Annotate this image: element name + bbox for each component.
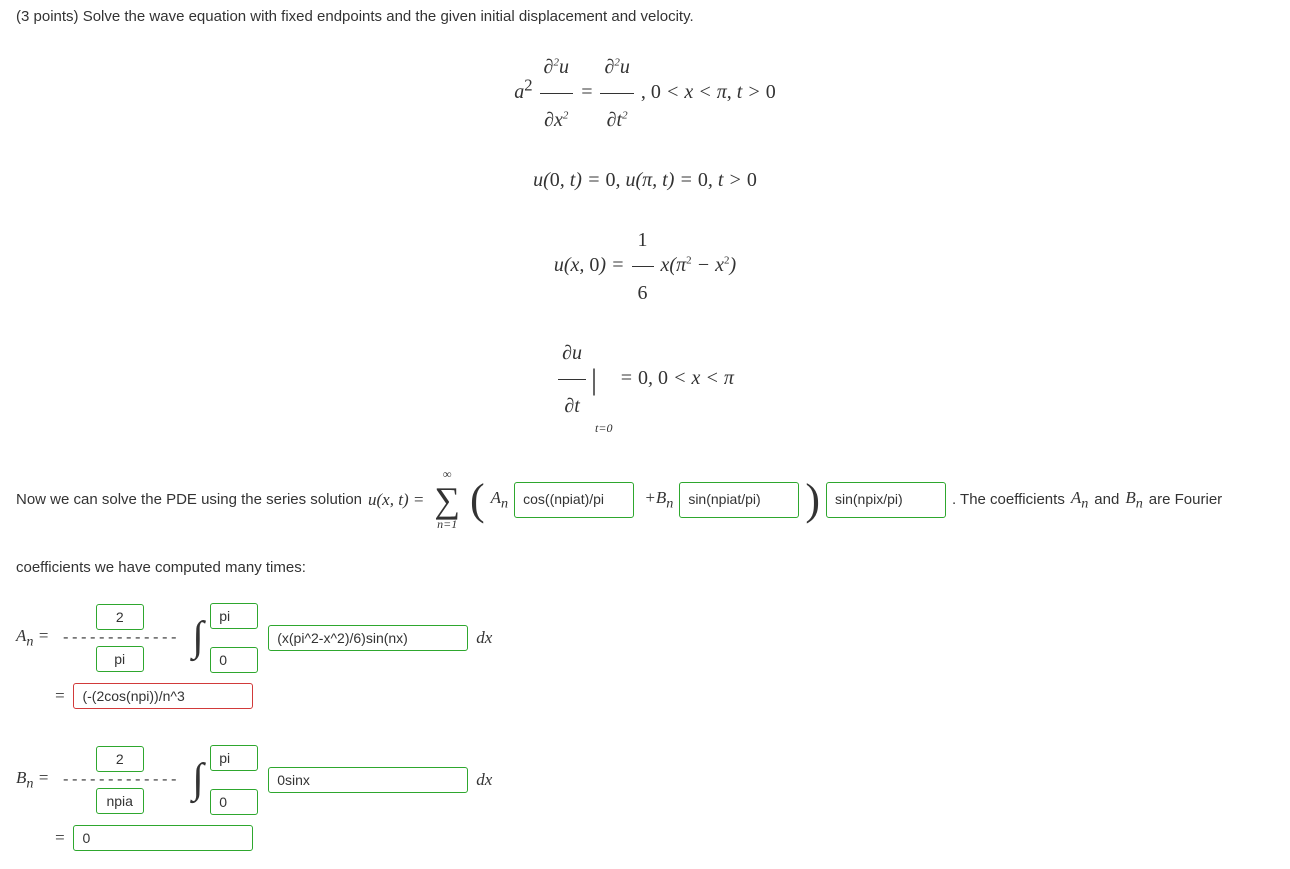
Bn-int-lower-input[interactable]: 0: [210, 789, 258, 815]
Bn-result-input[interactable]: 0: [73, 825, 253, 851]
narrative-block: Now we can solve the PDE using the serie…: [16, 464, 1274, 581]
narrative-pretext: Now we can solve the PDE using the serie…: [16, 486, 362, 513]
and-text: and: [1094, 486, 1119, 513]
cos-arg-input[interactable]: cos((npiat)/pi: [514, 482, 634, 517]
An-fraction: 2 ------------- pi: [61, 603, 178, 673]
Bn-frac-den-input[interactable]: npia: [96, 788, 144, 814]
B-symbol-text: Bn: [1125, 483, 1142, 517]
initial-displacement: u(x, 0) = 1 6 x(π2 − x2): [16, 214, 1274, 319]
wave-equation: a2 ∂2u ∂x2 = ∂2u ∂t2 , 0 < x < π, t > 0: [16, 41, 1274, 146]
An-integrand-input[interactable]: (x(pi^2-x^2)/6)sin(nx): [268, 625, 468, 651]
sin-arg-input[interactable]: sin(npiat/pi): [679, 482, 799, 517]
Bn-frac-num-input[interactable]: 2: [96, 746, 144, 772]
A-symbol-text: An: [1071, 483, 1088, 517]
An-integral: pi ∫ 0: [192, 603, 258, 672]
An-equals: =: [54, 686, 65, 706]
An-int-lower-input[interactable]: 0: [210, 647, 258, 673]
Bn-integrand-input[interactable]: 0sinx: [268, 767, 468, 793]
initial-velocity: ∂u ∂t |t=0 = 0, 0 < x < π: [16, 327, 1274, 432]
Bn-block: Bn = 2 ------------- npia pi ∫ 0 0sinx d…: [16, 745, 1274, 851]
fraction-divider: -------------: [61, 633, 178, 645]
close-paren-icon: ): [805, 485, 820, 516]
summation-symbol: ∞ ∑ n=1: [434, 464, 460, 536]
fraction-divider: -------------: [61, 775, 178, 787]
An-result-input[interactable]: (-(2cos(npi))/n^3: [73, 683, 253, 709]
Bn-equals: =: [54, 828, 65, 848]
Bn-integral: pi ∫ 0: [192, 745, 258, 814]
narrative-part4: coefficients we have computed many times…: [16, 554, 1274, 581]
An-int-upper-input[interactable]: pi: [210, 603, 258, 629]
An-frac-den-input[interactable]: pi: [96, 646, 144, 672]
An-block: An = 2 ------------- pi pi ∫ 0 (x(pi^2-x…: [16, 603, 1274, 709]
Bn-dx: dx: [476, 770, 492, 790]
narrative-part3: are Fourier: [1149, 486, 1222, 513]
An-dx: dx: [476, 628, 492, 648]
equation-block: a2 ∂2u ∂x2 = ∂2u ∂t2 , 0 < x < π, t > 0 …: [16, 41, 1274, 432]
integral-icon: ∫: [192, 765, 204, 794]
series-solution-line: Now we can solve the PDE using the serie…: [16, 464, 1274, 536]
integral-icon: ∫: [192, 623, 204, 652]
problem-statement: (3 points) Solve the wave equation with …: [16, 8, 1274, 25]
Bn-lhs: Bn =: [16, 768, 49, 792]
Bn-int-upper-input[interactable]: pi: [210, 745, 258, 771]
narrative-part2: . The coefficients: [952, 486, 1065, 513]
boundary-conditions: u(0, t) = 0, u(π, t) = 0, t > 0: [16, 154, 1274, 206]
Bn-fraction: 2 ------------- npia: [61, 745, 178, 815]
An-frac-num-input[interactable]: 2: [96, 604, 144, 630]
An-symbol: An: [491, 483, 508, 517]
series-lhs: u(x, t) =: [368, 485, 424, 516]
outer-sin-input[interactable]: sin(npix/pi): [826, 482, 946, 517]
points-label: (3 points) Solve the wave equation with …: [16, 8, 694, 25]
sum-lower: n=1: [437, 514, 457, 536]
An-lhs: An =: [16, 626, 49, 650]
plus-Bn: +Bn: [640, 483, 673, 517]
open-paren-icon: (: [470, 485, 485, 516]
